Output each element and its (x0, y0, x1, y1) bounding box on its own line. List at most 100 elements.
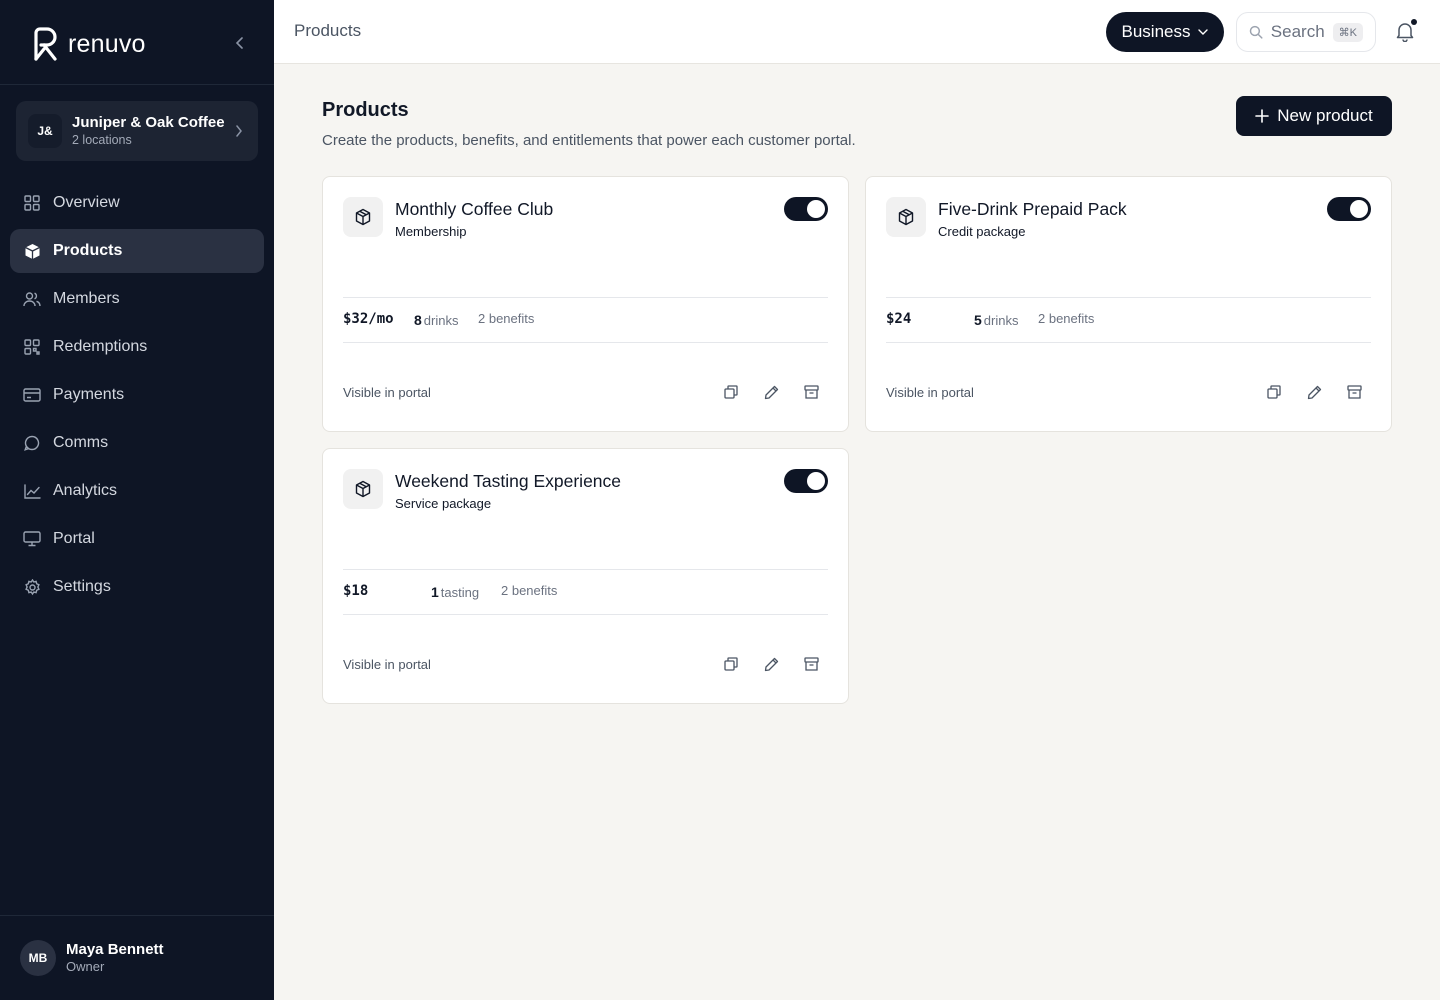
sidebar-item-comms[interactable]: Comms (10, 421, 264, 465)
archive-button[interactable] (1345, 383, 1363, 401)
sidebar-item-members[interactable]: Members (10, 277, 264, 321)
new-product-label: New product (1277, 106, 1373, 125)
duplicate-button[interactable] (1265, 383, 1283, 401)
product-enabled-toggle[interactable] (784, 469, 828, 493)
sidebar-item-overview[interactable]: Overview (10, 181, 264, 225)
search-input[interactable]: Search ⌘K (1236, 12, 1376, 52)
edit-button[interactable] (1305, 383, 1323, 401)
card-actions (722, 655, 820, 673)
sidebar-item-label: Portal (53, 530, 95, 547)
archive-icon (803, 657, 819, 671)
duplicate-button[interactable] (722, 383, 740, 401)
archive-button[interactable] (802, 383, 820, 401)
archive-icon (1346, 385, 1362, 399)
product-enabled-toggle[interactable] (1327, 197, 1371, 221)
page-title: Products (322, 99, 409, 121)
product-stats: $18 1 tasting 2 benefits (343, 583, 823, 603)
renuvo-logo-icon (34, 27, 57, 61)
archive-icon (803, 385, 819, 399)
sidebar-item-redemptions[interactable]: Redemptions (10, 325, 264, 369)
new-product-button[interactable]: New product (1236, 96, 1392, 136)
message-icon (23, 434, 41, 452)
sidebar-item-settings[interactable]: Settings (10, 565, 264, 609)
org-switcher[interactable]: J& Juniper & Oak Coffee 2 locations (16, 101, 258, 161)
sidebar-item-label: Products (53, 242, 123, 259)
card-actions (1265, 383, 1363, 401)
package-icon (23, 242, 41, 260)
product-enabled-toggle[interactable] (784, 197, 828, 221)
notification-dot (1411, 19, 1417, 25)
product-benefits: 2 benefits (1038, 311, 1095, 326)
card-divider (886, 297, 1371, 298)
card-divider (343, 614, 828, 615)
sidebar: renuvo J& Juniper & Oak Coffee 2 locatio… (0, 0, 274, 1000)
plus-icon (1255, 109, 1270, 123)
users-icon (23, 290, 41, 308)
chevron-down-icon (1198, 28, 1209, 35)
edit-button[interactable] (762, 655, 780, 673)
chevron-left-icon (235, 37, 243, 49)
sidebar-item-label: Members (53, 290, 120, 307)
pencil-icon (1307, 385, 1321, 399)
page-subtitle: Create the products, benefits, and entit… (322, 132, 856, 149)
product-quantity: 1 tasting (431, 584, 479, 600)
sidebar-item-portal[interactable]: Portal (10, 517, 264, 561)
product-stats: $24 5 drinks 2 benefits (886, 311, 1366, 331)
gear-icon (23, 578, 41, 596)
quantity-number: 1 (431, 584, 439, 600)
search-icon (1249, 25, 1263, 39)
org-name: Juniper & Oak Coffee (72, 114, 225, 131)
collapse-sidebar-button[interactable] (230, 33, 250, 53)
product-quantity: 8 drinks (414, 312, 458, 328)
product-card[interactable]: Five-Drink Prepaid Pack Credit package $… (865, 176, 1392, 432)
sidebar-item-products[interactable]: Products (10, 229, 264, 273)
brand-logo[interactable]: renuvo (32, 26, 146, 62)
pencil-icon (764, 657, 778, 671)
user-role: Owner (66, 959, 105, 974)
quantity-number: 5 (974, 312, 982, 328)
visibility-status: Visible in portal (886, 385, 974, 400)
search-shortcut-badge: ⌘K (1332, 22, 1363, 42)
product-price: $32/mo (343, 311, 394, 327)
grid-icon (23, 194, 41, 212)
product-benefits: 2 benefits (478, 311, 535, 326)
main-content: Products Create the products, benefits, … (322, 96, 1392, 149)
product-type: Membership (395, 224, 467, 239)
product-card[interactable]: Weekend Tasting Experience Service packa… (322, 448, 849, 704)
toggle-knob (807, 200, 825, 218)
sidebar-nav: Overview Products Members Redemptions Pa… (10, 181, 264, 613)
card-divider (886, 342, 1371, 343)
user-name: Maya Bennett (66, 941, 164, 958)
org-subtitle: 2 locations (72, 133, 132, 147)
quantity-unit: tasting (440, 585, 480, 600)
sidebar-item-payments[interactable]: Payments (10, 373, 264, 417)
product-card[interactable]: Monthly Coffee Club Membership $32/mo 8d… (322, 176, 849, 432)
sidebar-item-label: Comms (53, 434, 109, 451)
sidebar-item-label: Analytics (53, 482, 118, 499)
edit-button[interactable] (762, 383, 780, 401)
package-icon (343, 469, 383, 509)
quantity-unit: drinks (423, 313, 459, 328)
quantity-number: 8 (414, 312, 422, 328)
copy-icon (724, 657, 738, 671)
quantity-unit: drinks (983, 313, 1019, 328)
sidebar-item-analytics[interactable]: Analytics (10, 469, 264, 513)
credit-card-icon (23, 386, 41, 404)
mode-dropdown-button[interactable]: Business (1106, 12, 1224, 52)
toggle-knob (1350, 200, 1368, 218)
card-actions (722, 383, 820, 401)
archive-button[interactable] (802, 655, 820, 673)
visibility-status: Visible in portal (343, 385, 431, 400)
sidebar-item-label: Settings (53, 578, 111, 595)
product-stats: $32/mo 8 drinks 2 benefits (343, 311, 823, 331)
sidebar-divider (0, 84, 274, 85)
sidebar-divider (0, 915, 274, 916)
user-profile[interactable]: MB Maya Bennett Owner (20, 940, 164, 976)
product-price: $18 (343, 583, 369, 599)
notifications-button[interactable] (1394, 19, 1418, 44)
package-icon (343, 197, 383, 237)
duplicate-button[interactable] (722, 655, 740, 673)
sidebar-item-label: Payments (53, 386, 125, 403)
toggle-knob (807, 472, 825, 490)
org-avatar: J& (28, 114, 62, 148)
